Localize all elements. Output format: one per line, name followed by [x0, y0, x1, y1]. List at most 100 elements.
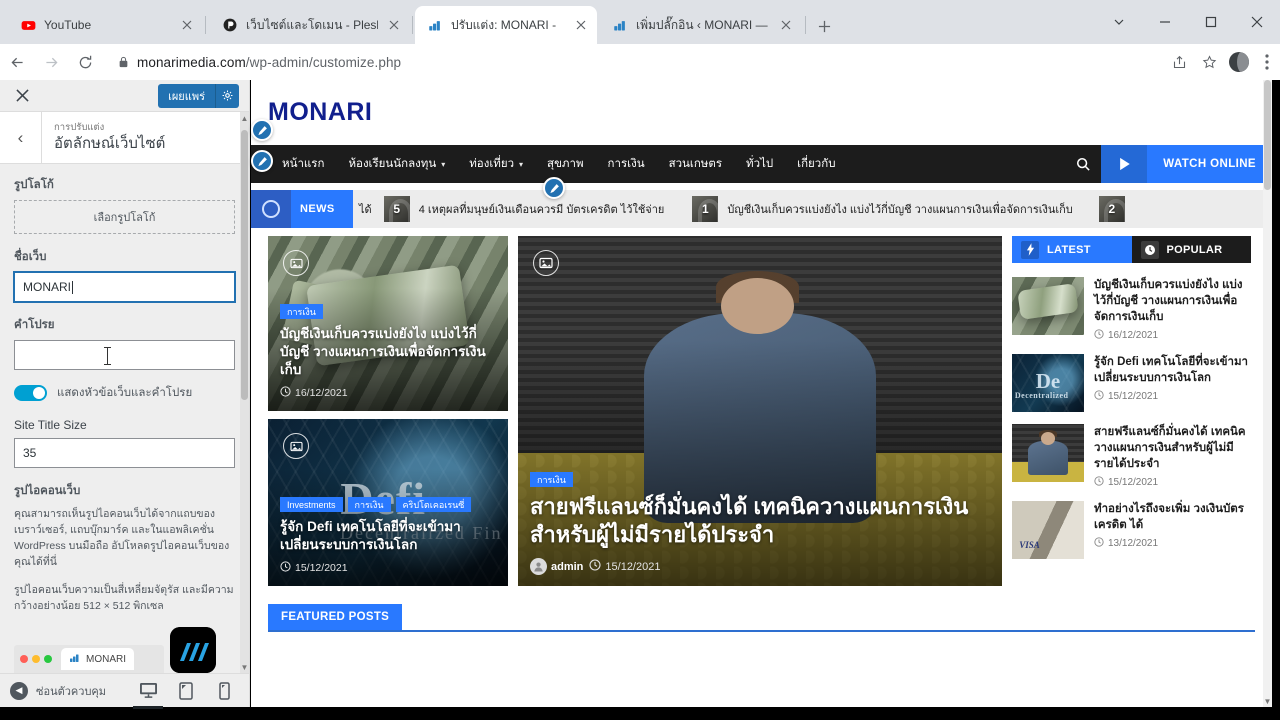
collapse-controls-button[interactable]: ◀ ซ่อนตัวควบคุม — [0, 681, 137, 700]
nav-item-home[interactable]: หน้าแรก — [270, 155, 336, 173]
browser-tab-customize-monari[interactable]: ปรับแต่ง: MONARI - — [415, 6, 597, 44]
gear-icon[interactable] — [215, 83, 239, 108]
close-customizer-button[interactable] — [0, 80, 45, 112]
list-item[interactable]: De Decentralized รู้จัก Defi เทคโนโลยีที… — [1012, 348, 1251, 418]
browser-tab-plesk[interactable]: เว็บไซต์และโดเมน - Plesk Obsidian — [210, 6, 410, 44]
display-title-toggle-row[interactable]: แสดงหัวข้อเว็บและคำโปรย — [14, 384, 235, 402]
back-button[interactable]: ‹ — [0, 111, 42, 164]
ticker-thumb: 5 — [383, 196, 410, 222]
sidebar-post-list: บัญชีเงินเก็บควรแบ่งยังไง แบ่งไว้กี่บัญช… — [1012, 263, 1251, 565]
scrollbar-thumb[interactable] — [241, 130, 248, 400]
forward-icon[interactable] — [34, 44, 68, 80]
publish-button[interactable]: เผยแพร่ — [158, 83, 215, 108]
customizer-scrollbar[interactable]: ▲ ▼ — [240, 112, 249, 673]
bookmark-star-icon[interactable] — [1194, 44, 1224, 80]
site-header: MONARI — [251, 80, 1272, 145]
close-window-button[interactable] — [1234, 0, 1280, 44]
play-icon[interactable] — [1101, 145, 1148, 183]
browser-preview-mock: MONARI — [14, 645, 164, 673]
site-icon-preview: MONARI — [14, 627, 216, 673]
list-thumbnail: De Decentralized — [1012, 354, 1084, 412]
nav-item-health[interactable]: สุขภาพ — [535, 155, 596, 173]
tab-latest[interactable]: LATEST — [1012, 236, 1132, 263]
url-text: monarimedia.com/wp-admin/customize.php — [137, 55, 401, 70]
desktop-icon[interactable] — [133, 679, 163, 709]
category-badge[interactable]: คริปโตเคอเรนซี่ — [395, 497, 472, 512]
list-thumbnail: VISA — [1012, 501, 1084, 559]
site-title-input[interactable]: MONARI — [14, 272, 235, 302]
search-icon[interactable] — [1065, 145, 1101, 183]
category-badge[interactable]: การเงิน — [530, 472, 573, 487]
category-badge[interactable]: การเงิน — [280, 304, 323, 319]
date-meta: 15/12/2021 — [589, 559, 660, 574]
scroll-down-icon[interactable]: ▼ — [1263, 696, 1272, 707]
site-title-size-input[interactable]: 35 — [14, 438, 235, 468]
scroll-up-icon[interactable]: ▲ — [240, 112, 249, 124]
reload-icon[interactable] — [68, 44, 102, 80]
ticker-item[interactable]: 2 — [1098, 190, 1125, 228]
nav-item-travel[interactable]: ท่องเที่ยว ▾ — [457, 155, 535, 173]
scrollbar-thumb[interactable] — [1264, 80, 1271, 190]
browser-tab-add-plugin[interactable]: เพิ่มปลั๊กอิน ‹ MONARI — WordPre — [600, 6, 802, 44]
back-icon[interactable] — [0, 44, 34, 80]
tab-search-icon[interactable] — [1096, 0, 1142, 44]
nav-item-general[interactable]: ทั่วไป — [734, 155, 785, 173]
site-logo[interactable]: MONARI — [268, 98, 372, 127]
publish-group: เผยแพร่ — [158, 83, 239, 108]
close-icon[interactable] — [573, 17, 589, 33]
close-icon[interactable] — [778, 17, 794, 33]
post-card-savings-account[interactable]: การเงิน บัญชีเงินเก็บควรแบ่งยังไง แบ่งไว… — [268, 236, 508, 411]
edit-menu-pencil-icon[interactable] — [543, 177, 565, 199]
lock-icon — [118, 56, 129, 68]
logo-label: รูปโลโก้ — [14, 179, 54, 191]
edit-site-title-pencil-icon[interactable] — [251, 119, 273, 141]
post-card-defi[interactable]: Defi Decentralized Fin Investments การเง… — [268, 419, 508, 586]
url-path: /wp-admin/customize.php — [245, 54, 402, 70]
category-badge[interactable]: การเงิน — [347, 497, 391, 512]
customizer-controls: รูปโลโก้ เลือกรูปโลโก้ ชื่อเว็บ MONARI ค… — [0, 164, 249, 673]
tagline-input[interactable] — [14, 340, 235, 370]
preview-scrollbar[interactable]: ▼ — [1263, 80, 1272, 707]
category-badge[interactable]: Investments — [280, 497, 343, 512]
maximize-button[interactable] — [1188, 0, 1234, 44]
ticker-badge: NEWS — [251, 190, 353, 228]
share-icon[interactable] — [1164, 44, 1194, 80]
minimize-button[interactable] — [1142, 0, 1188, 44]
nav-item-agriculture[interactable]: สวนเกษตร — [657, 155, 734, 173]
nav-item-about[interactable]: เกี่ยวกับ — [785, 155, 847, 173]
tab-title: YouTube — [44, 18, 92, 32]
close-icon[interactable] — [179, 17, 195, 33]
list-item-text: บัญชีเงินเก็บควรแบ่งยังไง แบ่งไว้กี่บัญช… — [1094, 277, 1251, 342]
date-meta: 15/12/2021 — [280, 561, 348, 575]
display-title-toggle[interactable] — [14, 385, 47, 401]
close-icon[interactable] — [386, 17, 402, 33]
select-logo-button[interactable]: เลือกรูปโลโก้ — [14, 200, 235, 234]
tablet-icon[interactable] — [175, 679, 197, 703]
post-card-freelance-hero[interactable]: การเงิน สายฟรีแลนซ์ก็มั่นคงได้ เทคนิควาง… — [518, 236, 1002, 586]
site-preview: MONARI หน้าแรก ห้องเรียนนักลงทุน ▾ ท่องเท… — [251, 80, 1272, 707]
clock-icon — [1140, 240, 1159, 259]
ticker-item[interactable]: 5 4 เหตุผลที่มนุษย์เงินเดือนควรมี บัตรเค… — [383, 190, 664, 228]
tab-popular[interactable]: POPULAR — [1131, 236, 1251, 263]
address-bar[interactable]: monarimedia.com/wp-admin/customize.php — [108, 48, 1156, 76]
nav-item-finance[interactable]: การเงิน — [596, 155, 657, 173]
nav-item-investor-classroom[interactable]: ห้องเรียนนักลงทุน ▾ — [336, 155, 457, 173]
browser-tab-youtube[interactable]: YouTube — [8, 6, 203, 44]
edit-header-pencil-icon[interactable] — [251, 150, 273, 172]
list-item[interactable]: บัญชีเงินเก็บควรแบ่งยังไง แบ่งไว้กี่บัญช… — [1012, 271, 1251, 348]
new-tab-button[interactable] — [810, 12, 838, 40]
ticker-number: 5 — [393, 202, 401, 216]
mobile-icon[interactable] — [213, 679, 235, 703]
tab-divider — [805, 16, 806, 34]
list-item[interactable]: VISA ทำอย่างไรถึงจะเพิ่ม วงเงินบัตรเครดิ… — [1012, 495, 1251, 565]
chrome-menu-icon[interactable] — [1254, 44, 1280, 80]
chevron-down-icon: ▾ — [441, 159, 446, 169]
profile-avatar[interactable] — [1224, 44, 1254, 80]
tab-strip: YouTube เว็บไซต์และโดเมน - Plesk Obsidia… — [0, 0, 1280, 44]
scroll-down-icon[interactable]: ▼ — [240, 661, 249, 673]
list-item[interactable]: สายฟรีแลนซ์ก็มั่นคงได้ เทคนิควางแผนการเง… — [1012, 418, 1251, 495]
list-item-date-row: 15/12/2021 — [1094, 476, 1251, 489]
ticker-item[interactable]: 1 บัญชีเงินเก็บควรแบ่งยังไง แบ่งไว้กี่บั… — [692, 190, 1073, 228]
gallery-icon — [283, 433, 309, 459]
watch-online-button[interactable]: WATCH ONLINE — [1147, 145, 1272, 183]
